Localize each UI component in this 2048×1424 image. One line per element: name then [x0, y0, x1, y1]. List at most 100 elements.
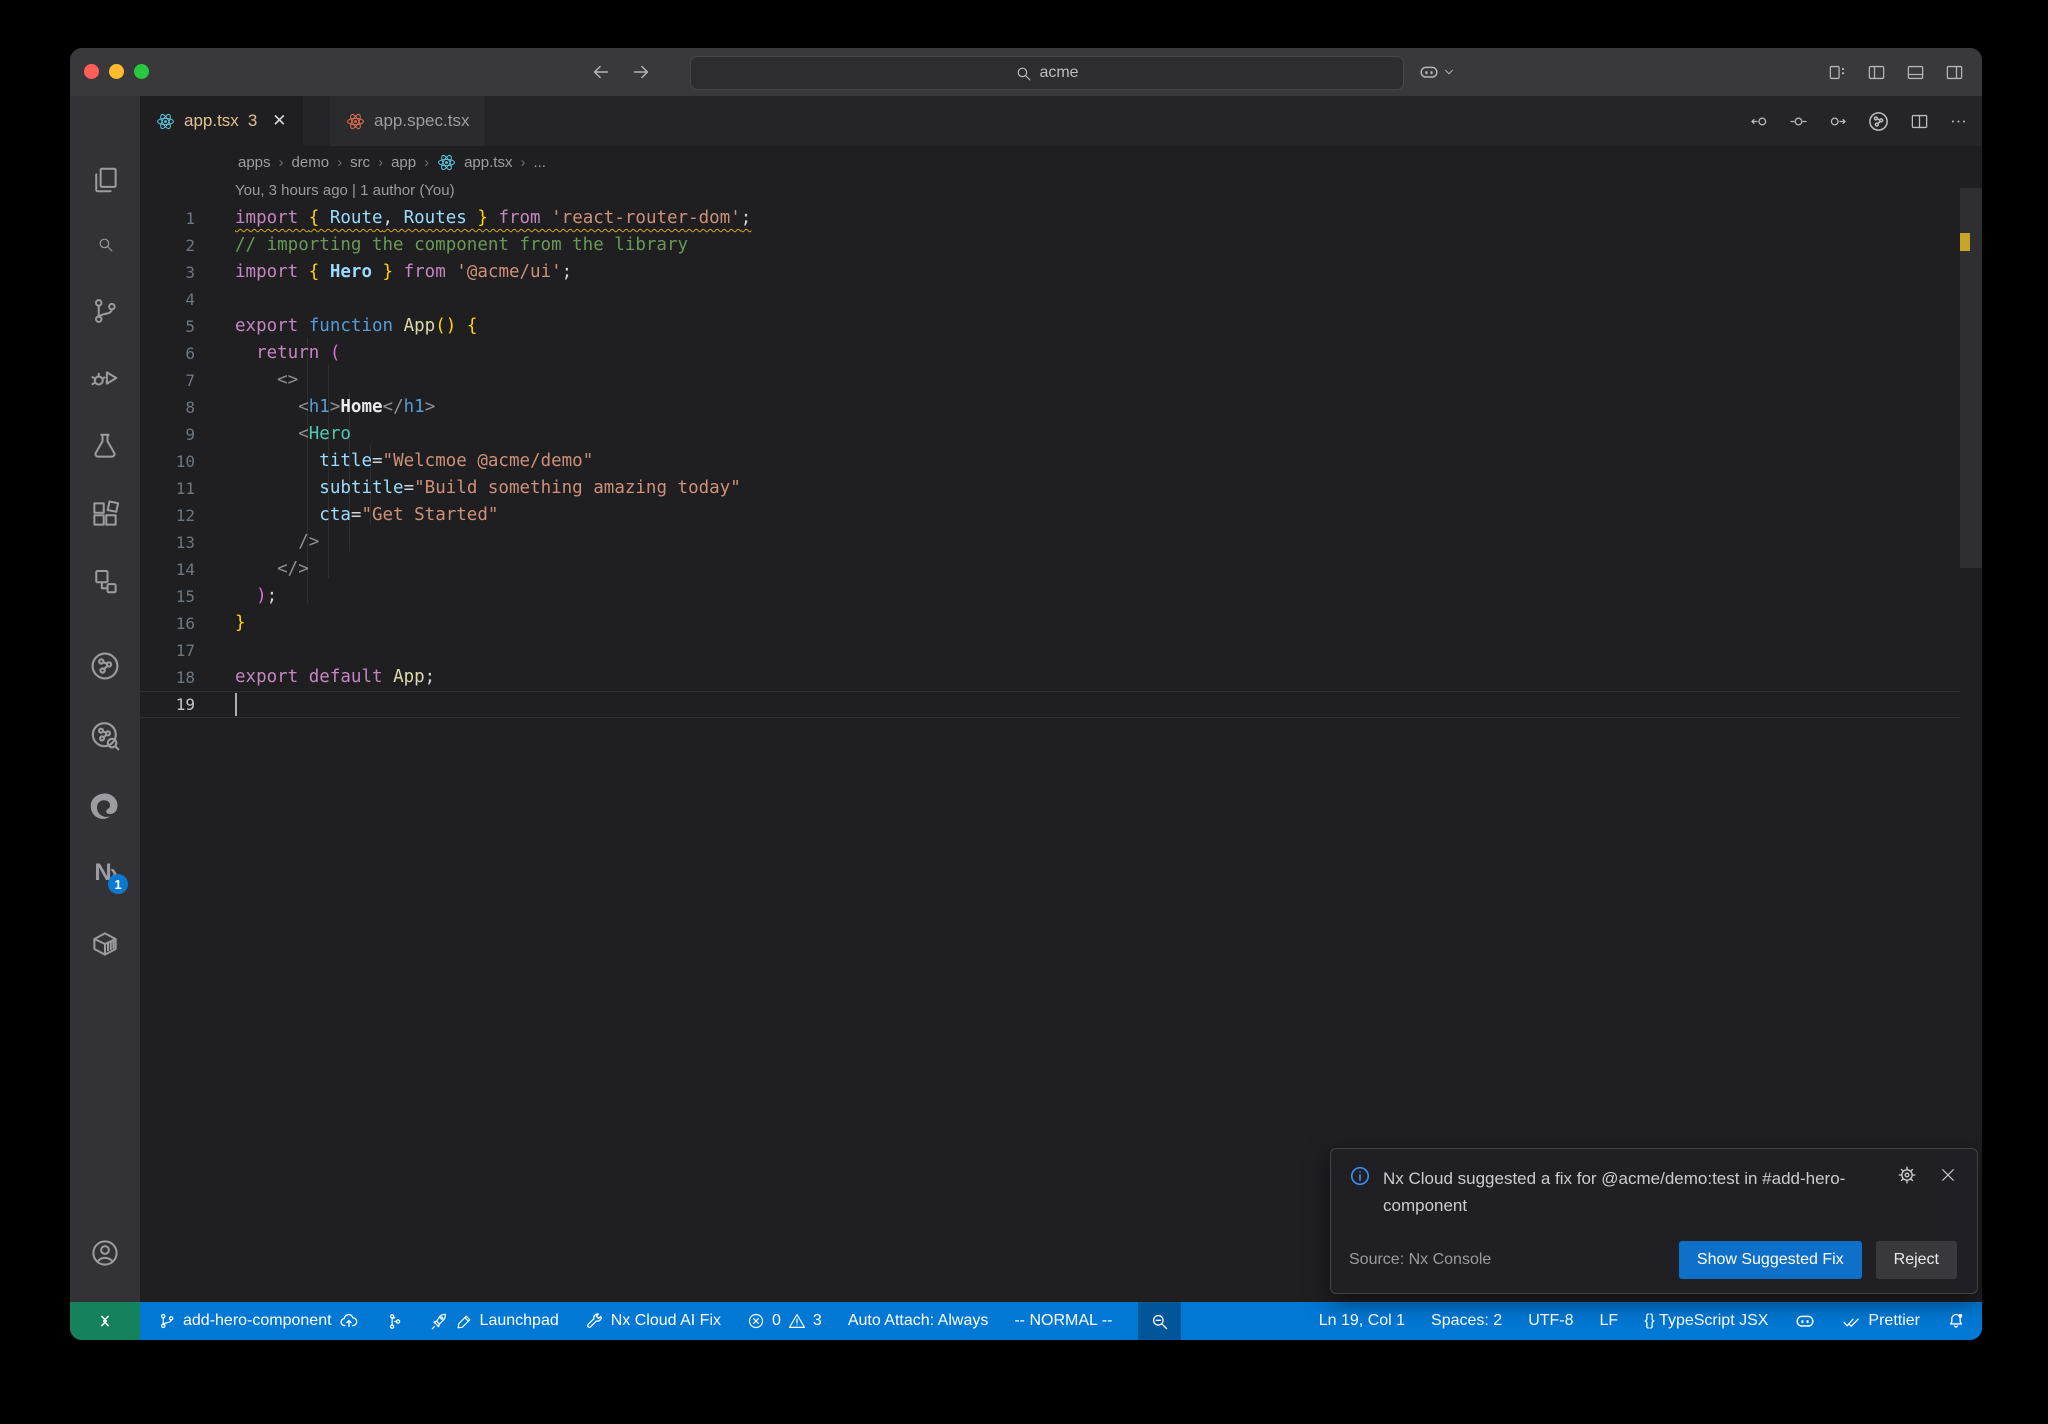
- next-change-icon[interactable]: [1828, 112, 1847, 131]
- maximize-window-button[interactable]: [134, 64, 149, 79]
- breadcrumb-item[interactable]: apps: [238, 154, 271, 171]
- title-bar: acme: [70, 48, 1982, 97]
- status-label: UTF-8: [1528, 1312, 1574, 1329]
- breadcrumb-item[interactable]: app: [391, 154, 416, 171]
- traffic-lights: [84, 64, 149, 79]
- status-eol[interactable]: LF: [1600, 1312, 1619, 1330]
- tab-app-tsx[interactable]: app.tsx 3 ✕: [140, 96, 303, 146]
- reject-button[interactable]: Reject: [1875, 1241, 1957, 1279]
- code-line: 8 <h1>Home</h1>: [140, 394, 1952, 421]
- breadcrumb-item[interactable]: app.tsx: [464, 154, 512, 171]
- status-language-mode[interactable]: {} TypeScript JSX: [1644, 1312, 1768, 1330]
- tab-dirty-badge: 3: [247, 111, 258, 130]
- copilot-menu[interactable]: [1418, 48, 1456, 96]
- layout-sidebar-right-icon[interactable]: [1945, 63, 1964, 82]
- tab-app-spec-tsx[interactable]: app.spec.tsx: [330, 96, 487, 146]
- activity-edge-browser[interactable]: [70, 781, 140, 831]
- more-actions-icon[interactable]: [1949, 112, 1968, 131]
- activity-explorer[interactable]: [70, 155, 140, 205]
- status-zoom-indicator[interactable]: [1138, 1302, 1182, 1340]
- line-number: 3: [185, 263, 195, 282]
- activity-search[interactable]: [70, 219, 140, 269]
- status-notifications-bell[interactable]: [1946, 1311, 1966, 1331]
- git-branch-icon: [158, 1312, 176, 1330]
- status-problems[interactable]: 03: [747, 1312, 822, 1330]
- activity-badge: 1: [108, 874, 128, 894]
- codelens-annotation[interactable]: You, 3 hours ago | 1 author (You): [235, 182, 455, 199]
- status-label: Ln 19, Col 1: [1318, 1312, 1406, 1329]
- status-nx-cloud-ai-fix[interactable]: Nx Cloud AI Fix: [585, 1312, 721, 1331]
- prev-change-icon[interactable]: [1750, 112, 1769, 131]
- forward-icon[interactable]: [630, 61, 652, 83]
- status-formatter-prettier[interactable]: Prettier: [1842, 1312, 1920, 1331]
- code-line: 7 <>: [140, 367, 1952, 394]
- tab-close-icon[interactable]: ✕: [272, 111, 286, 131]
- activity-hierarchy[interactable]: [70, 556, 140, 606]
- command-center-search[interactable]: acme: [690, 56, 1404, 90]
- status-launchpad[interactable]: Launchpad: [430, 1312, 559, 1331]
- notification-toast: Nx Cloud suggested a fix for @acme/demo:…: [1330, 1148, 1978, 1294]
- status-bar: add-hero-component Launchpad Nx Cloud AI F…: [70, 1302, 1982, 1340]
- code-line: 17: [140, 637, 1952, 664]
- breadcrumb-item[interactable]: src: [350, 154, 370, 171]
- code-line: 19: [140, 691, 1952, 718]
- line-number: 1: [185, 209, 195, 228]
- line-number: 18: [175, 668, 195, 687]
- breadcrumb-item[interactable]: demo: [292, 154, 330, 171]
- status-git-branch[interactable]: add-hero-component: [158, 1311, 359, 1331]
- react-icon: [346, 112, 365, 131]
- rocket-icon: [430, 1312, 449, 1331]
- breadcrumb-item[interactable]: ...: [533, 154, 546, 171]
- layout-sidebar-icon[interactable]: [1867, 63, 1886, 82]
- close-window-button[interactable]: [84, 64, 99, 79]
- compare-icon[interactable]: [1789, 112, 1808, 131]
- code-editor[interactable]: You, 3 hours ago | 1 author (You) 1 impor…: [140, 178, 1982, 1302]
- line-number: 15: [175, 587, 195, 606]
- tab-label: app.tsx: [184, 111, 239, 130]
- copilot-icon: [1794, 1310, 1816, 1332]
- notification-settings-gear-icon[interactable]: [1897, 1165, 1917, 1185]
- code-line: 2// importing the component from the lib…: [140, 232, 1952, 259]
- activity-source-control[interactable]: [70, 286, 140, 336]
- status-commit-graph[interactable]: [385, 1312, 404, 1331]
- status-encoding[interactable]: UTF-8: [1528, 1312, 1573, 1330]
- activity-nx-console[interactable]: N› 1: [70, 848, 140, 898]
- line-number: 17: [175, 641, 195, 660]
- activity-containers[interactable]: [70, 919, 140, 969]
- line-number: 7: [185, 371, 195, 390]
- project-graph-icon[interactable]: [1867, 110, 1890, 133]
- status-label: Spaces: 2: [1431, 1312, 1503, 1329]
- status-auto-attach[interactable]: Auto Attach: Always: [848, 1312, 989, 1330]
- minimize-window-button[interactable]: [109, 64, 124, 79]
- status-label: {} TypeScript JSX: [1644, 1312, 1769, 1329]
- tab-label: app.spec.tsx: [374, 111, 470, 130]
- activity-nx-graph-search[interactable]: [70, 711, 140, 761]
- code-line: 15 );: [140, 583, 1952, 610]
- status-label: 3: [812, 1312, 822, 1329]
- notification-close-icon[interactable]: [1939, 1166, 1957, 1184]
- activity-nx-project-graph[interactable]: [70, 641, 140, 691]
- split-editor-icon[interactable]: [1910, 112, 1929, 131]
- screenshot-root: { "colors":{"status_blue":"#0078d4","rem…: [0, 0, 2048, 1424]
- activity-extensions[interactable]: [70, 489, 140, 539]
- activity-accounts[interactable]: [70, 1228, 140, 1278]
- status-copilot-status[interactable]: [1794, 1310, 1816, 1332]
- back-icon[interactable]: [590, 61, 612, 83]
- activity-run-debug[interactable]: [70, 353, 140, 403]
- copilot-icon: [1418, 61, 1440, 83]
- show-suggested-fix-button[interactable]: Show Suggested Fix: [1678, 1241, 1862, 1279]
- status-cursor-position[interactable]: Ln 19, Col 1: [1319, 1312, 1405, 1330]
- remote-indicator[interactable]: [70, 1302, 140, 1340]
- notification-source: Source: Nx Console: [1349, 1251, 1492, 1268]
- line-number: 6: [185, 344, 195, 363]
- status-label: LF: [1599, 1312, 1619, 1329]
- line-number: 16: [175, 614, 195, 633]
- layout-customize-icon[interactable]: [1828, 63, 1847, 82]
- status-vim-mode[interactable]: -- NORMAL --: [1014, 1312, 1112, 1330]
- tab-bar: app.tsx 3 ✕ app.spec.tsx: [140, 96, 1982, 146]
- activity-testing[interactable]: [70, 421, 140, 471]
- react-icon: [437, 153, 456, 172]
- line-number: 11: [175, 479, 195, 498]
- status-indentation[interactable]: Spaces: 2: [1431, 1312, 1502, 1330]
- layout-panel-icon[interactable]: [1906, 63, 1925, 82]
